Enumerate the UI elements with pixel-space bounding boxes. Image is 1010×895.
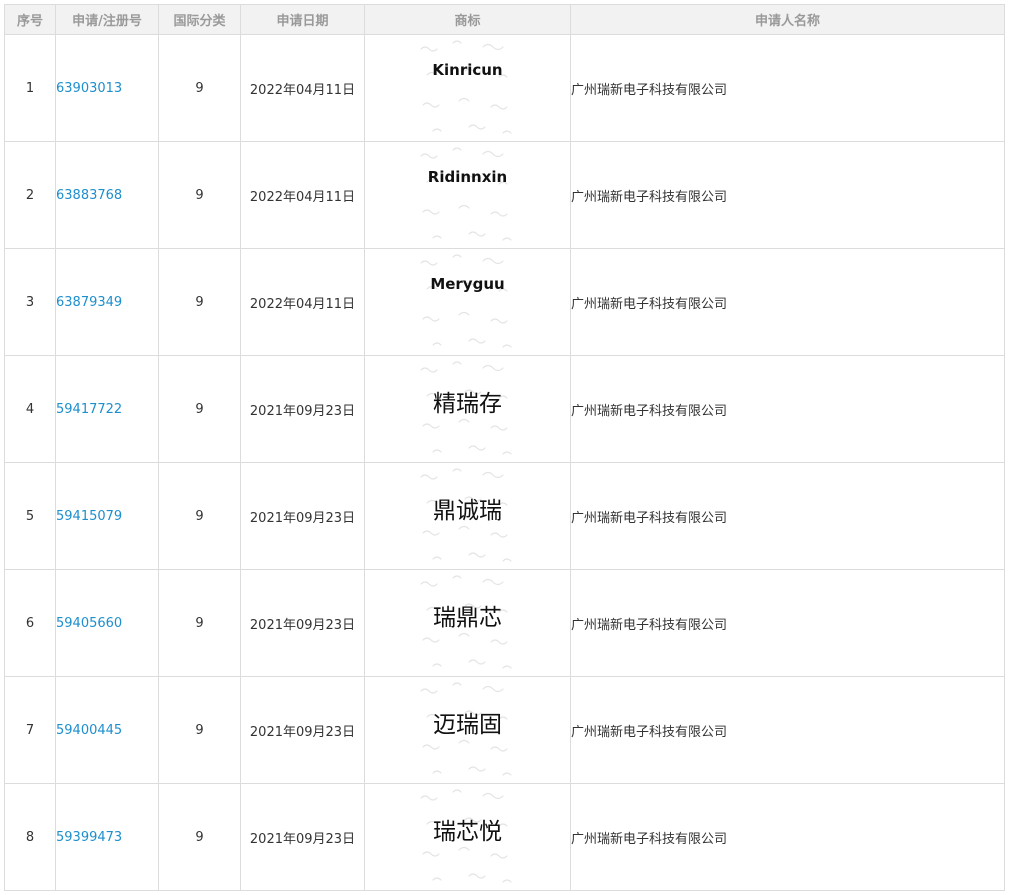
column-header-class[interactable]: 国际分类 xyxy=(158,4,241,35)
column-header-date[interactable]: 申请日期 xyxy=(240,4,365,35)
reg-no-cell: 63883768 xyxy=(55,141,159,249)
row-number: 1 xyxy=(4,34,56,142)
column-header-no[interactable]: 序号 xyxy=(4,4,56,35)
date-cell: 2022年04月11日 xyxy=(240,34,365,142)
trademark-image-text: 瑞鼎芯 xyxy=(433,605,502,631)
class-cell: 9 xyxy=(158,34,241,142)
date-cell: 2021年09月23日 xyxy=(240,783,365,891)
trademark-image-text: Kinricun xyxy=(432,61,503,79)
class-cell: 9 xyxy=(158,248,241,356)
mark-cell[interactable]: Meryguu xyxy=(364,248,571,356)
trademark-image-text: 瑞芯悦 xyxy=(433,819,502,845)
date-cell: 2022年04月11日 xyxy=(240,248,365,356)
trademark-image-text: 精瑞存 xyxy=(433,391,502,417)
table-row: 2 63883768 9 2022年04月11日 Ridinnxin 广州瑞新电子科技有限… xyxy=(4,141,1005,249)
class-cell: 9 xyxy=(158,676,241,784)
reg-no-cell: 59415079 xyxy=(55,462,159,570)
mark-cell[interactable]: Ridinnxin xyxy=(364,141,571,249)
owner-cell: 广州瑞新电子科技有限公司 xyxy=(570,569,1005,677)
mark-cell[interactable]: 瑞鼎芯 xyxy=(364,569,571,677)
table-row: 7 59400445 9 2021年09月23日 迈瑞固 广州瑞新电子科技有限公司 xyxy=(4,676,1005,784)
watermark-pattern xyxy=(419,147,512,241)
table-body: 1 63903013 9 2022年04月11日 Kinricun 广州瑞新电子科技有限公… xyxy=(4,34,1005,891)
row-number: 3 xyxy=(4,248,56,356)
reg-no-cell: 59400445 xyxy=(55,676,159,784)
reg-no-link[interactable]: 63883768 xyxy=(56,188,122,203)
table-row: 8 59399473 9 2021年09月23日 瑞芯悦 广州瑞新电子科技有限公司 xyxy=(4,783,1005,891)
reg-no-link[interactable]: 59399473 xyxy=(56,830,122,845)
trademark-image-text: 迈瑞固 xyxy=(433,712,502,738)
row-number: 4 xyxy=(4,355,56,463)
date-cell: 2021年09月23日 xyxy=(240,462,365,570)
reg-no-link[interactable]: 63879349 xyxy=(56,295,122,310)
date-cell: 2021年09月23日 xyxy=(240,569,365,677)
reg-no-cell: 63879349 xyxy=(55,248,159,356)
table-row: 3 63879349 9 2022年04月11日 Meryguu 广州瑞新电子科技有限公司 xyxy=(4,248,1005,356)
row-number: 2 xyxy=(4,141,56,249)
reg-no-link[interactable]: 59400445 xyxy=(56,723,122,738)
trademark-image-text: Ridinnxin xyxy=(427,168,508,186)
reg-no-cell: 59399473 xyxy=(55,783,159,891)
table-header-row: 序号 申请/注册号 国际分类 申请日期 商标 申请人名称 xyxy=(4,4,1005,35)
column-header-mark[interactable]: 商标 xyxy=(364,4,571,35)
row-number: 8 xyxy=(4,783,56,891)
table-row: 5 59415079 9 2021年09月23日 鼎诚瑞 广州瑞新电子科技有限公司 xyxy=(4,462,1005,570)
reg-no-cell: 59405660 xyxy=(55,569,159,677)
mark-cell[interactable]: 迈瑞固 xyxy=(364,676,571,784)
owner-cell: 广州瑞新电子科技有限公司 xyxy=(570,676,1005,784)
mark-cell[interactable]: 鼎诚瑞 xyxy=(364,462,571,570)
class-cell: 9 xyxy=(158,355,241,463)
table-row: 4 59417722 9 2021年09月23日 精瑞存 广州瑞新电子科技有限公司 xyxy=(4,355,1005,463)
owner-cell: 广州瑞新电子科技有限公司 xyxy=(570,355,1005,463)
class-cell: 9 xyxy=(158,141,241,249)
column-header-reg-no[interactable]: 申请/注册号 xyxy=(55,4,159,35)
reg-no-link[interactable]: 59405660 xyxy=(56,616,122,631)
date-cell: 2021年09月23日 xyxy=(240,355,365,463)
row-number: 7 xyxy=(4,676,56,784)
mark-cell[interactable]: Kinricun xyxy=(364,34,571,142)
reg-no-cell: 63903013 xyxy=(55,34,159,142)
owner-cell: 广州瑞新电子科技有限公司 xyxy=(570,783,1005,891)
owner-cell: 广州瑞新电子科技有限公司 xyxy=(570,34,1005,142)
table-row: 1 63903013 9 2022年04月11日 Kinricun 广州瑞新电子科技有限公… xyxy=(4,34,1005,142)
owner-cell: 广州瑞新电子科技有限公司 xyxy=(570,462,1005,570)
trademark-table: 序号 申请/注册号 国际分类 申请日期 商标 申请人名称 1 63903013 9 2… xyxy=(4,4,1005,891)
date-cell: 2021年09月23日 xyxy=(240,676,365,784)
reg-no-link[interactable]: 59417722 xyxy=(56,402,122,417)
owner-cell: 广州瑞新电子科技有限公司 xyxy=(570,141,1005,249)
row-number: 6 xyxy=(4,569,56,677)
watermark-pattern xyxy=(419,254,512,348)
mark-cell[interactable]: 瑞芯悦 xyxy=(364,783,571,891)
column-header-owner[interactable]: 申请人名称 xyxy=(570,4,1005,35)
reg-no-link[interactable]: 63903013 xyxy=(56,81,122,96)
trademark-image-text: Meryguu xyxy=(430,275,505,293)
trademark-image-text: 鼎诚瑞 xyxy=(433,498,502,524)
table-row: 6 59405660 9 2021年09月23日 瑞鼎芯 广州瑞新电子科技有限公司 xyxy=(4,569,1005,677)
class-cell: 9 xyxy=(158,462,241,570)
mark-cell[interactable]: 精瑞存 xyxy=(364,355,571,463)
reg-no-cell: 59417722 xyxy=(55,355,159,463)
owner-cell: 广州瑞新电子科技有限公司 xyxy=(570,248,1005,356)
row-number: 5 xyxy=(4,462,56,570)
watermark-pattern xyxy=(419,40,512,134)
class-cell: 9 xyxy=(158,783,241,891)
date-cell: 2022年04月11日 xyxy=(240,141,365,249)
reg-no-link[interactable]: 59415079 xyxy=(56,509,122,524)
class-cell: 9 xyxy=(158,569,241,677)
